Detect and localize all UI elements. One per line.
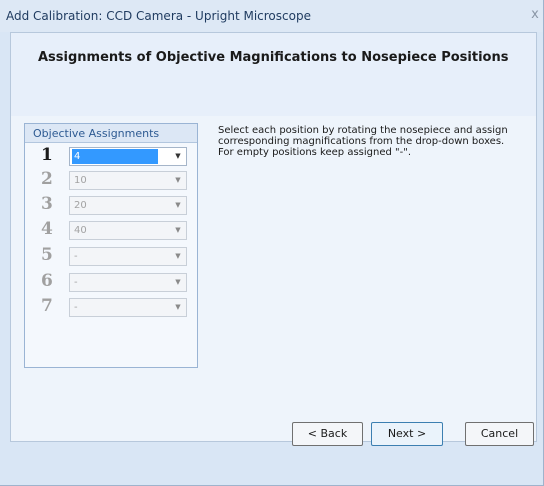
instruction-line: corresponding magnifications from the dr… bbox=[218, 136, 505, 147]
assignment-row-2: 2 10 ▼ bbox=[25, 169, 197, 190]
position-number: 3 bbox=[41, 194, 53, 214]
close-icon[interactable]: x bbox=[528, 7, 542, 23]
assignment-row-5: 5 - ▼ bbox=[25, 245, 197, 266]
chevron-down-icon[interactable]: ▼ bbox=[172, 300, 184, 315]
dropdown-value: 10 bbox=[74, 175, 87, 186]
chevron-down-icon[interactable]: ▼ bbox=[172, 198, 184, 213]
title-bar: Add Calibration: CCD Camera - Upright Mi… bbox=[0, 0, 543, 32]
magnification-dropdown-5[interactable]: - ▼ bbox=[69, 247, 187, 266]
magnification-dropdown-6[interactable]: - ▼ bbox=[69, 273, 187, 292]
chevron-down-icon[interactable]: ▼ bbox=[172, 173, 184, 188]
dropdown-value: - bbox=[74, 277, 78, 288]
objective-assignments-group: Objective Assignments 1 4 ▼ 2 10 ▼ 3 20 … bbox=[24, 123, 198, 368]
calibration-wizard-window: Add Calibration: CCD Camera - Upright Mi… bbox=[0, 0, 544, 486]
position-number: 6 bbox=[41, 271, 53, 291]
dropdown-value: 20 bbox=[74, 200, 87, 211]
group-title: Objective Assignments bbox=[33, 127, 160, 140]
wizard-header: Assignments of Objective Magnifications … bbox=[11, 33, 536, 116]
magnification-dropdown-3[interactable]: 20 ▼ bbox=[69, 196, 187, 215]
dropdown-value: 40 bbox=[74, 225, 87, 236]
magnification-dropdown-1[interactable]: 4 ▼ bbox=[69, 147, 187, 166]
wizard-panel: Assignments of Objective Magnifications … bbox=[10, 32, 537, 442]
next-button[interactable]: Next > bbox=[371, 422, 443, 446]
magnification-dropdown-7[interactable]: - ▼ bbox=[69, 298, 187, 317]
cancel-button[interactable]: Cancel bbox=[465, 422, 534, 446]
instructions-text: Select each position by rotating the nos… bbox=[218, 125, 532, 158]
assignment-row-4: 4 40 ▼ bbox=[25, 219, 197, 240]
dropdown-value: 4 bbox=[72, 149, 158, 164]
chevron-down-icon[interactable]: ▼ bbox=[172, 275, 184, 290]
assignment-row-7: 7 - ▼ bbox=[25, 296, 197, 317]
window-title: Add Calibration: CCD Camera - Upright Mi… bbox=[6, 9, 311, 23]
chevron-down-icon[interactable]: ▼ bbox=[172, 249, 184, 264]
position-number: 4 bbox=[41, 219, 53, 239]
position-number: 7 bbox=[41, 296, 53, 316]
assignment-row-3: 3 20 ▼ bbox=[25, 194, 197, 215]
chevron-down-icon[interactable]: ▼ bbox=[172, 149, 184, 164]
position-number: 5 bbox=[41, 245, 53, 265]
back-button[interactable]: < Back bbox=[292, 422, 363, 446]
group-header: Objective Assignments bbox=[25, 124, 197, 143]
instruction-line: Select each position by rotating the nos… bbox=[218, 125, 508, 136]
magnification-dropdown-2[interactable]: 10 ▼ bbox=[69, 171, 187, 190]
dropdown-value: - bbox=[74, 302, 78, 313]
assignment-row-1: 1 4 ▼ bbox=[25, 145, 197, 166]
magnification-dropdown-4[interactable]: 40 ▼ bbox=[69, 221, 187, 240]
position-number: 2 bbox=[41, 169, 53, 189]
assignment-row-6: 6 - ▼ bbox=[25, 271, 197, 292]
dropdown-value: - bbox=[74, 251, 78, 262]
instruction-line: For empty positions keep assigned "-". bbox=[218, 147, 412, 158]
chevron-down-icon[interactable]: ▼ bbox=[172, 223, 184, 238]
page-title: Assignments of Objective Magnifications … bbox=[38, 50, 509, 65]
position-number: 1 bbox=[41, 145, 53, 165]
